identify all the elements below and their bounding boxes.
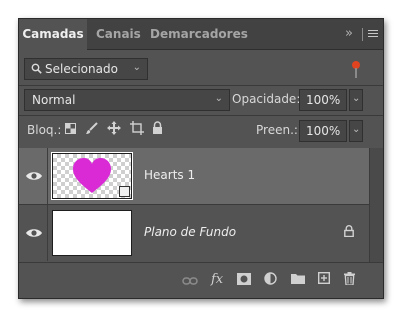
lock-label: Bloq.:	[27, 123, 62, 137]
fill-slider-button[interactable]: ⌄	[349, 120, 363, 142]
layer-name[interactable]: Hearts 1	[144, 168, 195, 182]
tab-paths[interactable]: Demarcadores	[150, 19, 248, 49]
lock-position-icon[interactable]	[107, 121, 121, 135]
filter-value: Selecionado	[45, 62, 118, 76]
heart-icon	[73, 158, 111, 193]
layer-filter-dropdown[interactable]: Selecionado ⌄	[24, 58, 148, 80]
fill-label: Preen.:	[256, 123, 298, 137]
visibility-divider	[47, 205, 48, 261]
chevron-down-icon: ⌄	[132, 62, 141, 73]
lock-image-pixels-icon[interactable]	[85, 122, 98, 135]
layer-list: Hearts 1 Plano de Fundo	[19, 148, 369, 262]
chevron-down-icon: ⌄	[214, 93, 223, 104]
tab-channels[interactable]: Canais	[96, 19, 141, 49]
visibility-divider	[47, 148, 48, 204]
search-icon	[31, 63, 42, 74]
divider	[19, 115, 383, 116]
layers-panel: Camadas Canais Demarcadores » Selecionad…	[18, 18, 384, 299]
collapse-panel-icon[interactable]: »	[345, 19, 353, 49]
blend-mode-value: Normal	[32, 93, 76, 107]
eye-icon[interactable]	[25, 167, 43, 185]
lock-artboard-icon[interactable]	[130, 121, 144, 135]
fx-icon[interactable]: fx	[211, 272, 223, 287]
divider	[19, 85, 383, 86]
tab-separator	[362, 28, 363, 41]
opacity-label: Opacidade:	[232, 92, 301, 106]
opacity-value: 100%	[306, 93, 341, 107]
link-icon[interactable]	[182, 276, 198, 286]
chevron-down-icon: ⌄	[352, 93, 361, 104]
trash-icon[interactable]	[344, 272, 355, 285]
mask-icon[interactable]	[237, 273, 251, 285]
layer-row-hearts-1[interactable]: Hearts 1	[19, 148, 369, 204]
layer-thumbnail	[51, 152, 133, 200]
fill-input[interactable]: 100%	[299, 120, 347, 142]
lock-transparent-pixels-icon[interactable]	[65, 123, 76, 134]
layer-row-background[interactable]: Plano de Fundo	[19, 205, 369, 261]
adjustment-layer-icon[interactable]	[264, 272, 277, 285]
blend-mode-dropdown[interactable]: Normal ⌄	[24, 89, 230, 111]
fill-value: 100%	[306, 124, 341, 138]
chevron-down-icon: ⌄	[352, 124, 361, 135]
scrollbar-track[interactable]	[369, 148, 383, 262]
layer-name[interactable]: Plano de Fundo	[144, 225, 236, 239]
opacity-input[interactable]: 100%	[299, 89, 347, 111]
eye-icon[interactable]	[25, 224, 43, 242]
lock-all-icon[interactable]	[152, 121, 163, 134]
tab-layers[interactable]: Camadas	[19, 19, 87, 50]
folder-icon[interactable]	[291, 273, 305, 284]
panel-menu-icon[interactable]	[368, 30, 378, 39]
panel-footer: fx	[19, 262, 383, 298]
lock-icon[interactable]	[344, 225, 354, 237]
filter-toggle-stem	[355, 68, 357, 78]
new-layer-icon[interactable]	[318, 272, 330, 284]
panel-tab-bar: Camadas Canais Demarcadores »	[19, 19, 383, 50]
opacity-slider-button[interactable]: ⌄	[349, 89, 363, 111]
smart-object-icon	[119, 186, 130, 197]
layer-thumbnail	[52, 210, 132, 256]
